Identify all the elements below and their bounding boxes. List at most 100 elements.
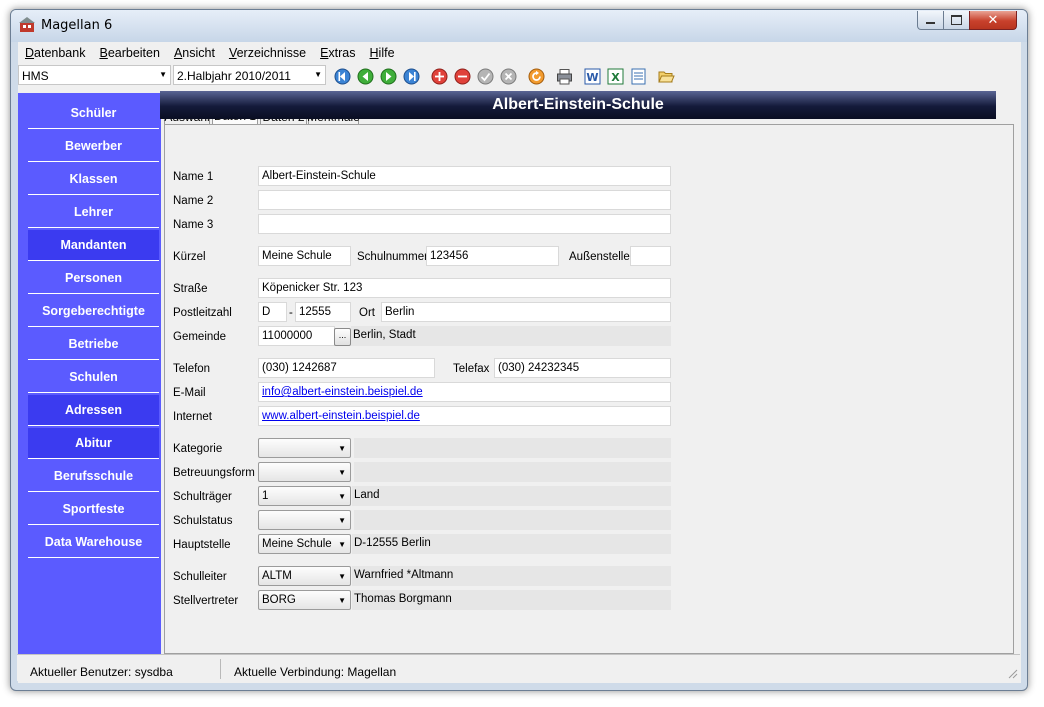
word-export-icon[interactable]: W bbox=[584, 68, 601, 85]
delete-record-icon[interactable] bbox=[454, 68, 471, 85]
sidebar-item-berufsschule[interactable]: Berufsschule bbox=[28, 461, 159, 492]
menu-ansicht[interactable]: Ansicht bbox=[167, 46, 222, 60]
chevron-down-icon: ▼ bbox=[314, 70, 322, 79]
menu-verzeichnisse[interactable]: Verzeichnisse bbox=[222, 46, 313, 60]
print-icon[interactable] bbox=[556, 68, 573, 85]
status-connection: Aktuelle Verbindung: Magellan bbox=[234, 665, 397, 679]
menu-extras[interactable]: Extras bbox=[313, 46, 362, 60]
kuerzel-field[interactable]: Meine Schule bbox=[258, 246, 351, 266]
period-value: 2.Halbjahr 2010/2011 bbox=[177, 69, 291, 83]
navigation-sidebar: Schüler Bewerber Klassen Lehrer Mandante… bbox=[18, 93, 161, 663]
excel-export-icon[interactable]: X bbox=[607, 68, 624, 85]
status-user: Aktueller Benutzer: sysdba bbox=[30, 665, 173, 679]
betreuungsform-select[interactable]: ▼ bbox=[258, 462, 351, 482]
name2-field[interactable] bbox=[258, 190, 671, 210]
title-bar[interactable]: Magellan 6 ✕ bbox=[11, 10, 1027, 42]
label-name3: Name 3 bbox=[173, 219, 214, 231]
menu-hilfe[interactable]: Hilfe bbox=[363, 46, 402, 60]
period-select[interactable]: 2.Halbjahr 2010/2011 ▼ bbox=[173, 65, 326, 85]
land-field[interactable]: D bbox=[258, 302, 287, 322]
aussenstelle-field[interactable] bbox=[630, 246, 671, 266]
stellvertreter-select[interactable]: BORG ▼ bbox=[258, 590, 351, 610]
sidebar-item-sorgeberechtigte[interactable]: Sorgeberechtigte bbox=[28, 296, 159, 327]
chevron-down-icon: ▼ bbox=[338, 492, 346, 501]
schulleiter-text: Warnfried *Altmann bbox=[352, 566, 671, 586]
sidebar-item-abitur[interactable]: Abitur bbox=[28, 428, 159, 459]
stellvertreter-text: Thomas Borgmann bbox=[352, 590, 671, 610]
sidebar-item-betriebe[interactable]: Betriebe bbox=[28, 329, 159, 360]
gemeinde-code-field[interactable]: 11000000 bbox=[258, 326, 335, 346]
chevron-down-icon: ▼ bbox=[338, 540, 346, 549]
email-field[interactable]: info@albert-einstein.beispiel.de bbox=[258, 382, 671, 402]
menu-datenbank[interactable]: Datenbank bbox=[18, 46, 92, 60]
chevron-down-icon: ▼ bbox=[159, 70, 167, 79]
gemeinde-name: Berlin, Stadt bbox=[351, 326, 671, 346]
sidebar-item-schueler[interactable]: Schüler bbox=[28, 98, 159, 129]
kategorie-select[interactable]: ▼ bbox=[258, 438, 351, 458]
add-record-icon[interactable] bbox=[431, 68, 448, 85]
mandant-select[interactable]: HMS ▼ bbox=[18, 65, 171, 85]
nav-first-icon[interactable] bbox=[334, 68, 351, 85]
name1-field[interactable]: Albert-Einstein-Schule bbox=[258, 166, 671, 186]
hauptstelle-text: D-12555 Berlin bbox=[352, 534, 671, 554]
label-stellvertreter: Stellvertreter bbox=[173, 595, 239, 607]
gemeinde-lookup-button[interactable]: ... bbox=[334, 328, 351, 346]
nav-last-icon[interactable] bbox=[403, 68, 420, 85]
ort-field[interactable]: Berlin bbox=[381, 302, 671, 322]
strasse-field[interactable]: Köpenicker Str. 123 bbox=[258, 278, 671, 298]
menu-bar: Datenbank Bearbeiten Ansicht Verzeichnis… bbox=[18, 42, 1021, 64]
sidebar-item-klassen[interactable]: Klassen bbox=[28, 164, 159, 195]
sidebar-item-mandanten[interactable]: Mandanten bbox=[28, 230, 159, 261]
maximize-button[interactable] bbox=[943, 11, 970, 30]
open-folder-icon[interactable] bbox=[658, 68, 675, 85]
betreuungsform-text bbox=[354, 462, 671, 482]
hauptstelle-select[interactable]: Meine Schule ▼ bbox=[258, 534, 351, 554]
chevron-down-icon: ▼ bbox=[338, 444, 346, 453]
label-telefax: Telefax bbox=[453, 363, 490, 375]
internet-field[interactable]: www.albert-einstein.beispiel.de bbox=[258, 406, 671, 426]
schulstatus-select[interactable]: ▼ bbox=[258, 510, 351, 530]
csv-export-icon[interactable] bbox=[630, 68, 647, 85]
label-kategorie: Kategorie bbox=[173, 443, 223, 455]
sidebar-item-bewerber[interactable]: Bewerber bbox=[28, 131, 159, 162]
label-schulstatus: Schulstatus bbox=[173, 515, 233, 527]
sidebar-item-sportfeste[interactable]: Sportfeste bbox=[28, 494, 159, 525]
mandant-value: HMS bbox=[22, 69, 49, 83]
school-header-banner: Albert-Einstein-Schule bbox=[160, 91, 996, 119]
label-strasse: Straße bbox=[173, 283, 208, 295]
minimize-button[interactable] bbox=[917, 11, 944, 30]
window-title: Magellan 6 bbox=[41, 18, 113, 33]
sidebar-item-schulen[interactable]: Schulen bbox=[28, 362, 159, 393]
kategorie-text bbox=[354, 438, 671, 458]
schulstatus-text bbox=[354, 510, 671, 530]
schulleiter-select[interactable]: ALTM ▼ bbox=[258, 566, 351, 586]
refresh-icon[interactable] bbox=[528, 68, 545, 85]
svg-text:X: X bbox=[611, 71, 620, 84]
chevron-down-icon: ▼ bbox=[338, 572, 346, 581]
label-gemeinde: Gemeinde bbox=[173, 331, 227, 343]
chevron-down-icon: ▼ bbox=[338, 516, 346, 525]
sidebar-item-personen[interactable]: Personen bbox=[28, 263, 159, 294]
nav-next-icon[interactable] bbox=[380, 68, 397, 85]
resize-grip-icon[interactable] bbox=[1006, 667, 1018, 679]
schultraeger-select[interactable]: 1 ▼ bbox=[258, 486, 351, 506]
status-bar: Aktueller Benutzer: sysdba Aktuelle Verb… bbox=[17, 654, 1020, 681]
telefax-field[interactable]: (030) 24232345 bbox=[494, 358, 671, 378]
label-telefon: Telefon bbox=[173, 363, 211, 375]
label-schulnummer: Schulnummer bbox=[357, 251, 428, 263]
close-button[interactable]: ✕ bbox=[969, 11, 1017, 30]
sidebar-item-lehrer[interactable]: Lehrer bbox=[28, 197, 159, 228]
cancel-record-icon[interactable] bbox=[500, 68, 517, 85]
menu-bearbeiten[interactable]: Bearbeiten bbox=[92, 46, 166, 60]
sidebar-item-adressen[interactable]: Adressen bbox=[28, 395, 159, 426]
telefon-field[interactable]: (030) 1242687 bbox=[258, 358, 435, 378]
label-betreuungsform: Betreuungsform bbox=[173, 467, 255, 479]
plz-field[interactable]: 12555 bbox=[295, 302, 351, 322]
school-header-title: Albert-Einstein-Schule bbox=[492, 96, 664, 113]
sidebar-item-data-warehouse[interactable]: Data Warehouse bbox=[28, 527, 159, 558]
schulnummer-field[interactable]: 123456 bbox=[426, 246, 559, 266]
label-aussenstelle: Außenstelle bbox=[569, 251, 630, 263]
name3-field[interactable] bbox=[258, 214, 671, 234]
nav-prev-icon[interactable] bbox=[357, 68, 374, 85]
save-record-icon[interactable] bbox=[477, 68, 494, 85]
